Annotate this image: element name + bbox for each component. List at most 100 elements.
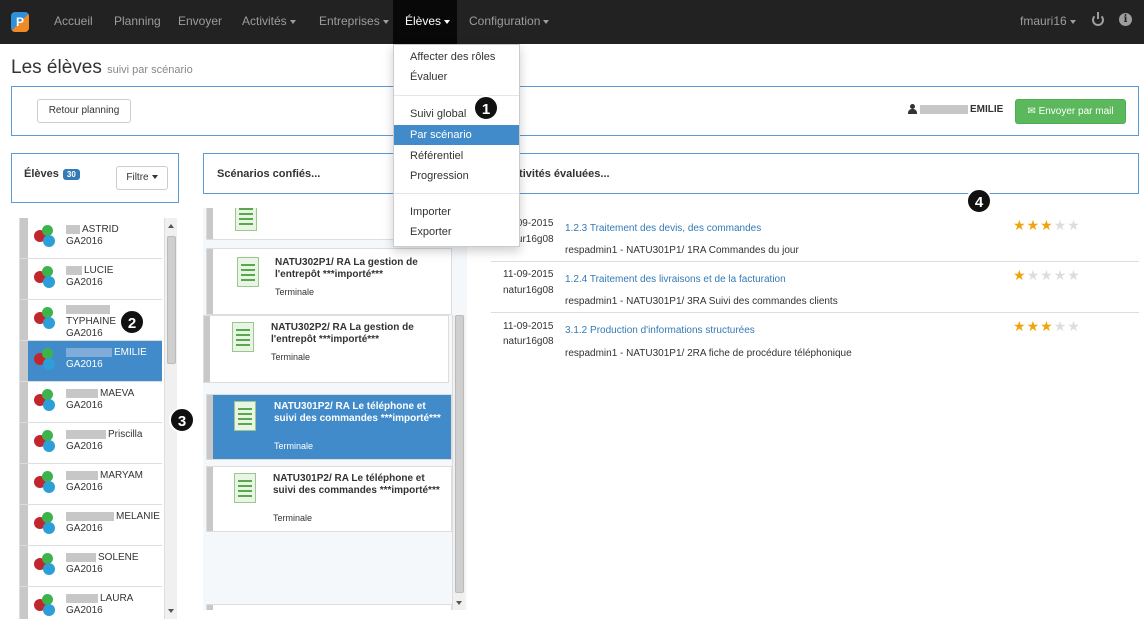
caret-down-icon — [543, 19, 550, 24]
drag-handle — [207, 249, 213, 314]
scenario-card-selected[interactable]: NATU301P2/ RA Le téléphone et suivi des … — [206, 394, 452, 460]
drag-handle — [20, 259, 28, 299]
star-filled-icon: ★ — [1013, 267, 1027, 283]
scenario-title: NATU302P1/ RA La gestion de l'entrepôt *… — [275, 257, 418, 280]
scrollbar-thumb[interactable] — [455, 315, 464, 593]
nav-entreprises[interactable]: Entreprises — [319, 0, 389, 44]
student-name: MELANIE — [66, 511, 160, 522]
scroll-up-icon[interactable] — [168, 224, 174, 228]
top-navbar: P Accueil Planning Envoyer Activités Ent… — [0, 0, 1144, 44]
nav-eleves[interactable]: Élèves — [393, 0, 457, 44]
nav-planning[interactable]: Planning — [114, 0, 161, 44]
activity-description: respadmin1 - NATU301P1/ 1RA Commandes du… — [565, 245, 799, 256]
menu-item-suivi-global[interactable]: Suivi global — [394, 104, 519, 124]
power-icon[interactable] — [1092, 12, 1104, 26]
avatar-icon — [34, 266, 56, 288]
info-icon[interactable]: i — [1119, 13, 1132, 26]
drag-handle — [207, 208, 213, 239]
avatar-icon — [34, 553, 56, 575]
scenario-title: NATU301P2/ RA Le téléphone et suivi des … — [274, 401, 441, 424]
student-first-name: LUCIE — [84, 265, 114, 276]
activity-row[interactable]: 11-09-2015 natur16g08 1.2.3 Traitement d… — [491, 210, 1139, 262]
avatar-icon — [34, 430, 56, 452]
blurred-lastname — [920, 104, 968, 114]
caret-down-icon — [444, 19, 451, 24]
send-by-mail-button[interactable]: ✉ Envoyer par mail — [1015, 99, 1126, 124]
drag-handle — [20, 423, 28, 463]
student-item[interactable]: LAURA GA2016 — [19, 587, 162, 619]
filter-button[interactable]: Filtre — [116, 166, 168, 190]
star-empty-icon: ★ — [1067, 267, 1081, 283]
student-first-name: MAEVA — [100, 388, 135, 399]
activities-panel-header: Activités évaluées... — [491, 153, 1139, 194]
student-item[interactable]: SOLENE GA2016 — [19, 546, 162, 587]
scenario-card[interactable]: NATU302P2/ RA La gestion de l'entrepôt *… — [203, 315, 449, 383]
nav-configuration[interactable]: Configuration — [469, 0, 550, 44]
student-group: GA2016 — [66, 400, 103, 411]
student-group: GA2016 — [66, 328, 103, 339]
student-item[interactable]: Priscilla GA2016 — [19, 423, 162, 464]
star-filled-icon: ★ — [1040, 217, 1054, 233]
blurred-lastname — [66, 552, 96, 562]
menu-item-affecter-roles[interactable]: Affecter des rôles — [394, 47, 519, 67]
menu-item-par-scenario[interactable]: Par scénario — [394, 125, 519, 145]
student-item[interactable]: MELANIE GA2016 — [19, 505, 162, 546]
menu-item-exporter[interactable]: Exporter — [394, 222, 519, 242]
student-group: GA2016 — [66, 482, 103, 493]
nav-accueil[interactable]: Accueil — [54, 0, 93, 44]
scenarios-scrollbar[interactable] — [452, 315, 465, 610]
scenario-card[interactable]: NATU302P1/ RA La gestion de l'entrepôt *… — [206, 248, 452, 315]
student-name: EMILIE — [66, 347, 147, 358]
scenarios-list[interactable]: NATU302P1/ RA La gestion de l'entrepôt *… — [203, 208, 467, 610]
activity-link[interactable]: 1.2.3 Traitement des devis, des commande… — [565, 223, 761, 234]
scenario-card-partial[interactable] — [206, 604, 452, 610]
nav-configuration-label: Configuration — [469, 14, 541, 28]
callout-4: 4 — [966, 188, 992, 214]
student-first-name: Priscilla — [108, 429, 143, 440]
activity-link[interactable]: 1.2.4 Traitement des livraisons et de la… — [565, 274, 786, 285]
student-item[interactable]: MARYAM GA2016 — [19, 464, 162, 505]
menu-item-progression[interactable]: Progression — [394, 166, 519, 186]
menu-item-evaluer[interactable]: Évaluer — [394, 67, 519, 87]
user-menu[interactable]: fmauri16 — [1020, 0, 1076, 44]
student-item[interactable]: ASTRID GA2016 — [19, 218, 162, 259]
nav-envoyer[interactable]: Envoyer — [178, 0, 222, 44]
scrollbar-thumb[interactable] — [167, 236, 176, 364]
scroll-down-icon[interactable] — [456, 601, 462, 605]
students-panel-title: Élèves 30 — [24, 168, 80, 180]
star-filled-icon: ★ — [1013, 318, 1027, 334]
caret-down-icon — [151, 175, 158, 180]
student-item-selected[interactable]: EMILIE GA2016 — [19, 341, 162, 382]
activities-panel-title: Activités évaluées... — [505, 168, 610, 180]
student-group: GA2016 — [66, 236, 103, 247]
back-to-planning-button[interactable]: Retour planning — [37, 99, 131, 123]
scroll-down-icon[interactable] — [168, 609, 174, 613]
activity-link[interactable]: 3.1.2 Production d'informations structur… — [565, 325, 755, 336]
envelope-icon: ✉ — [1027, 106, 1036, 117]
app-logo[interactable]: P — [11, 12, 29, 32]
scenarios-panel-title: Scénarios confiés... — [217, 168, 321, 180]
students-title-text: Élèves — [24, 168, 59, 180]
activity-description: respadmin1 - NATU301P1/ 3RA Suivi des co… — [565, 296, 838, 307]
filter-label: Filtre — [126, 172, 149, 183]
student-item[interactable]: MAEVA GA2016 — [19, 382, 162, 423]
avatar-icon — [34, 471, 56, 493]
nav-activites[interactable]: Activités — [242, 0, 296, 44]
scenario-card[interactable]: NATU301P2/ RA Le téléphone et suivi des … — [206, 466, 452, 532]
avatar-icon — [34, 348, 56, 370]
avatar-icon — [34, 594, 56, 616]
blurred-lastname — [66, 388, 98, 398]
menu-item-referentiel[interactable]: Référentiel — [394, 146, 519, 166]
menu-divider — [394, 95, 519, 96]
student-item[interactable]: LUCIE GA2016 — [19, 259, 162, 300]
activity-row[interactable]: 11-09-2015 natur16g08 1.2.4 Traitement d… — [491, 262, 1139, 313]
student-first-name: MARYAM — [100, 470, 143, 481]
students-list[interactable]: ASTRID GA2016 LUCIE GA2016 TYPHAINE GA2016 … — [11, 218, 162, 619]
scenario-level: Terminale — [274, 441, 314, 451]
nav-entreprises-label: Entreprises — [319, 14, 380, 28]
drag-handle — [20, 505, 28, 545]
scenario-level: Terminale — [271, 352, 311, 362]
activity-row[interactable]: 11-09-2015 natur16g08 3.1.2 Production d… — [491, 313, 1139, 369]
menu-item-importer[interactable]: Importer — [394, 202, 519, 222]
student-first-name: TYPHAINE — [66, 316, 117, 327]
